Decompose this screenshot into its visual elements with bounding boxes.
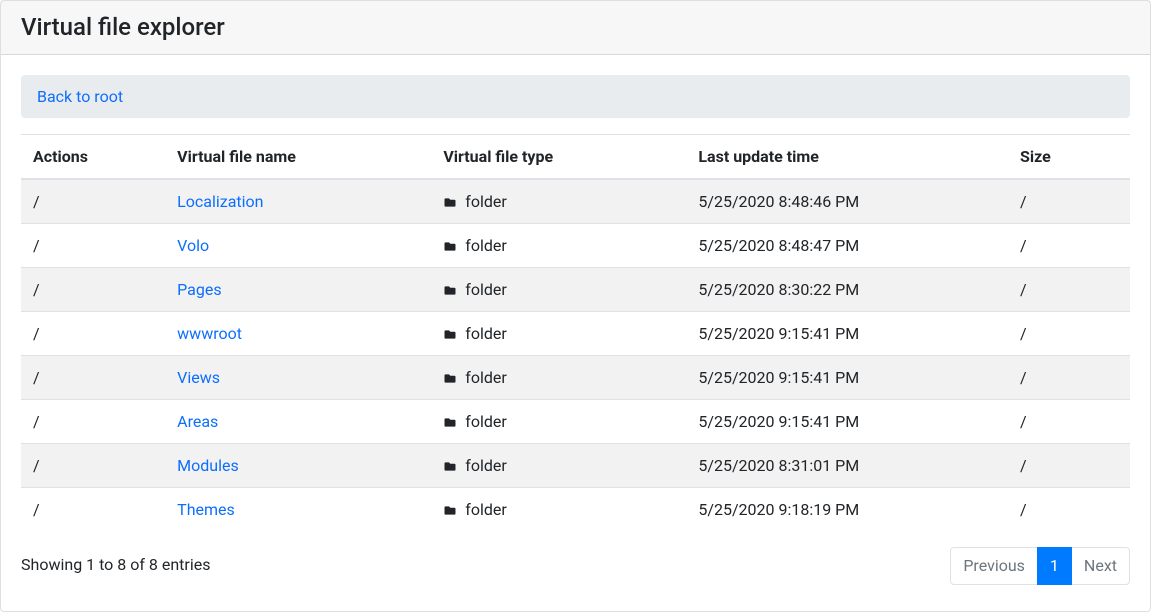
table-footer: Showing 1 to 8 of 8 entries Previous 1 N… — [21, 547, 1130, 585]
cell-time: 5/25/2020 8:48:47 PM — [686, 223, 1008, 267]
previous-link[interactable]: Previous — [950, 547, 1038, 585]
file-name-link[interactable]: Localization — [177, 192, 263, 211]
cell-name: Modules — [165, 443, 431, 487]
cell-actions: / — [21, 487, 165, 531]
breadcrumb-nav: Back to root — [21, 75, 1130, 118]
table-row: / Localization folder5/25/2020 8:48:46 PM… — [21, 179, 1130, 224]
cell-name: Localization — [165, 179, 431, 224]
file-name-link[interactable]: Pages — [177, 280, 221, 299]
breadcrumb-item: Back to root — [37, 87, 123, 106]
file-table: Actions Virtual file name Virtual file t… — [21, 134, 1130, 531]
cell-actions: / — [21, 223, 165, 267]
cell-name: wwwroot — [165, 311, 431, 355]
cell-size: / — [1008, 179, 1130, 224]
header-actions[interactable]: Actions — [21, 134, 165, 179]
file-name-link[interactable]: Views — [177, 368, 220, 387]
table-row: /Themes folder5/25/2020 9:18:19 PM/ — [21, 487, 1130, 531]
cell-actions: / — [21, 443, 165, 487]
next-link[interactable]: Next — [1071, 547, 1130, 585]
header-time[interactable]: Last update time — [686, 134, 1008, 179]
table-row: /Areas folder5/25/2020 9:15:41 PM/ — [21, 399, 1130, 443]
cell-name: Themes — [165, 487, 431, 531]
cell-type: folder — [431, 355, 686, 399]
cell-type: folder — [431, 443, 686, 487]
page-title: Virtual file explorer — [21, 13, 1130, 42]
cell-type: folder — [431, 311, 686, 355]
file-name-link[interactable]: Areas — [177, 412, 218, 431]
header-type[interactable]: Virtual file type — [431, 134, 686, 179]
table-row: /Pages folder5/25/2020 8:30:22 PM/ — [21, 267, 1130, 311]
card-body: Back to root Actions Virtual file name V… — [1, 55, 1150, 605]
cell-type: folder — [431, 223, 686, 267]
file-name-link[interactable]: Volo — [177, 236, 209, 255]
breadcrumb: Back to root — [21, 75, 1130, 118]
cell-actions: / — [21, 311, 165, 355]
cell-size: / — [1008, 399, 1130, 443]
cell-type: folder — [431, 179, 686, 224]
page-1-link[interactable]: 1 — [1037, 547, 1072, 585]
cell-size: / — [1008, 443, 1130, 487]
cell-size: / — [1008, 487, 1130, 531]
pagination: Previous 1 Next — [210, 547, 1130, 585]
cell-actions: / — [21, 267, 165, 311]
table-row: /Volo folder5/25/2020 8:48:47 PM/ — [21, 223, 1130, 267]
cell-time: 5/25/2020 9:15:41 PM — [686, 399, 1008, 443]
file-name-link[interactable]: Modules — [177, 456, 239, 475]
cell-time: 5/25/2020 8:30:22 PM — [686, 267, 1008, 311]
table-row: /wwwroot folder5/25/2020 9:15:41 PM/ — [21, 311, 1130, 355]
cell-type: folder — [431, 487, 686, 531]
cell-name: Areas — [165, 399, 431, 443]
header-size[interactable]: Size — [1008, 134, 1130, 179]
file-explorer-card: Virtual file explorer Back to root Actio… — [0, 0, 1151, 612]
table-row: /Modules folder5/25/2020 8:31:01 PM/ — [21, 443, 1130, 487]
folder-icon — [443, 285, 457, 296]
folder-icon — [443, 329, 457, 340]
entries-info: Showing 1 to 8 of 8 entries — [21, 547, 210, 574]
cell-actions: / — [21, 399, 165, 443]
table-header-row: Actions Virtual file name Virtual file t… — [21, 134, 1130, 179]
file-name-link[interactable]: Themes — [177, 500, 235, 519]
file-name-link[interactable]: wwwroot — [177, 324, 242, 343]
cell-size: / — [1008, 267, 1130, 311]
page-next: Next — [1072, 547, 1130, 585]
cell-name: Volo — [165, 223, 431, 267]
folder-icon — [443, 373, 457, 384]
folder-icon — [443, 241, 457, 252]
folder-icon — [443, 417, 457, 428]
cell-actions: / — [21, 355, 165, 399]
table-row: /Views folder5/25/2020 9:15:41 PM/ — [21, 355, 1130, 399]
cell-time: 5/25/2020 9:15:41 PM — [686, 355, 1008, 399]
cell-name: Pages — [165, 267, 431, 311]
cell-name: Views — [165, 355, 431, 399]
cell-time: 5/25/2020 8:31:01 PM — [686, 443, 1008, 487]
cell-time: 5/25/2020 8:48:46 PM — [686, 179, 1008, 224]
cell-time: 5/25/2020 9:15:41 PM — [686, 311, 1008, 355]
cell-type: folder — [431, 267, 686, 311]
card-header: Virtual file explorer — [1, 1, 1150, 55]
cell-size: / — [1008, 311, 1130, 355]
folder-icon — [443, 461, 457, 472]
cell-size: / — [1008, 223, 1130, 267]
page-1: 1 — [1038, 547, 1072, 585]
folder-icon — [443, 197, 457, 208]
cell-size: / — [1008, 355, 1130, 399]
header-name[interactable]: Virtual file name — [165, 134, 431, 179]
page-previous: Previous — [951, 547, 1038, 585]
cell-type: folder — [431, 399, 686, 443]
back-to-root-link[interactable]: Back to root — [37, 87, 123, 106]
cell-time: 5/25/2020 9:18:19 PM — [686, 487, 1008, 531]
folder-icon — [443, 505, 457, 516]
cell-actions: / — [21, 179, 165, 224]
